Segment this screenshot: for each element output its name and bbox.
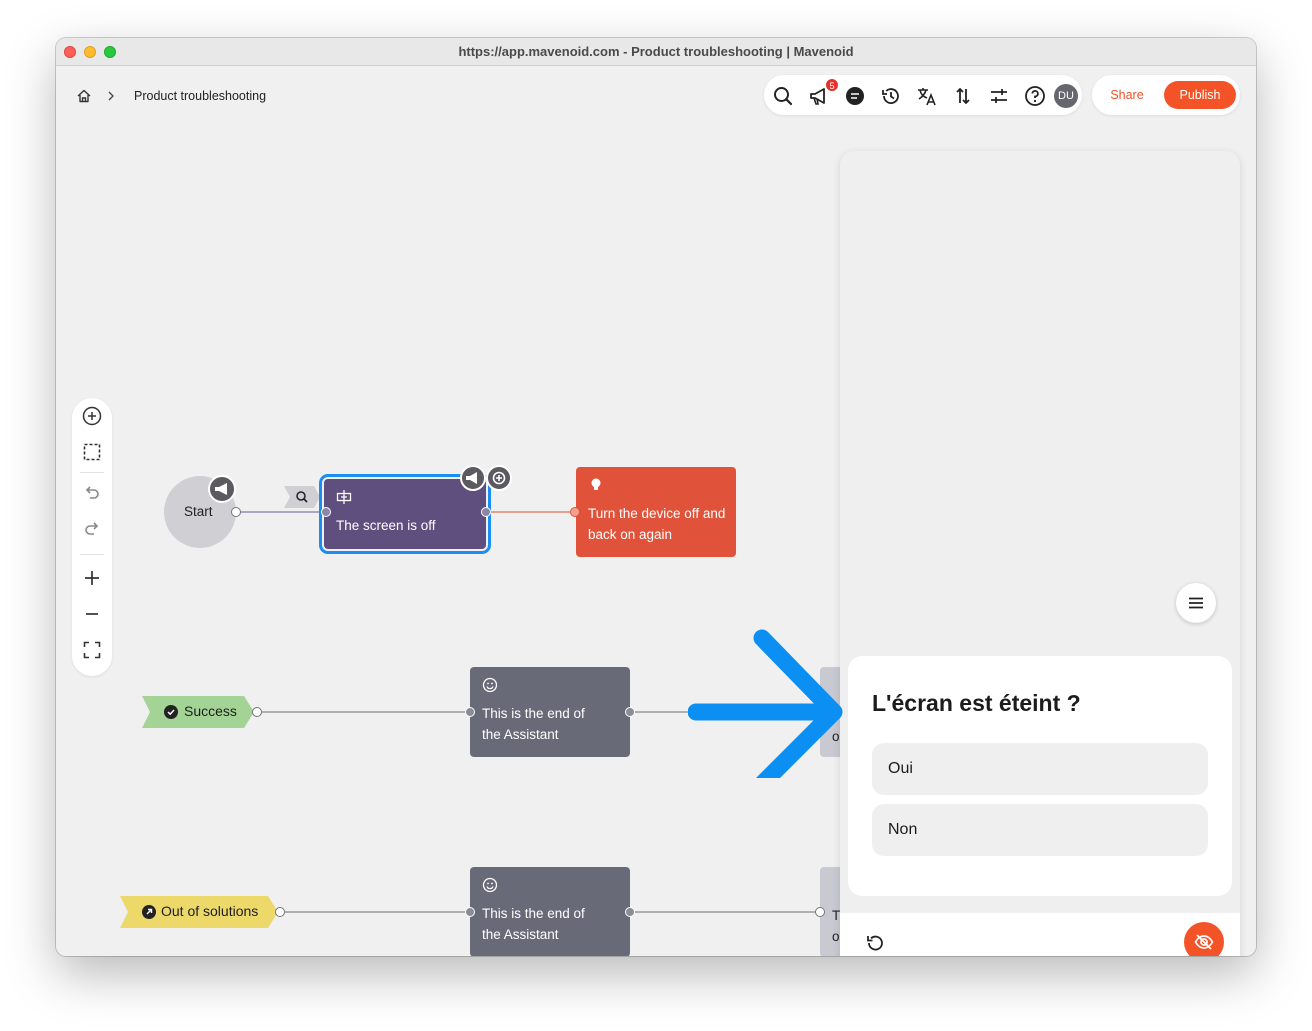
success-tag-label: Success — [184, 703, 237, 719]
hide-preview-button[interactable] — [1184, 922, 1224, 956]
success-output-port[interactable] — [252, 707, 262, 717]
answer-option-yes[interactable]: Oui — [872, 743, 1208, 795]
answer-option-no[interactable]: Non — [872, 804, 1208, 856]
solution-node[interactable]: Turn the device off and back on again — [576, 467, 736, 557]
smiley-icon — [482, 877, 498, 893]
start-output-port[interactable] — [231, 507, 241, 517]
add-icon — [492, 471, 506, 485]
breadcrumb-current[interactable]: Product troubleshooting — [134, 89, 266, 103]
end-node-input-port[interactable] — [465, 907, 475, 917]
home-icon[interactable] — [76, 88, 92, 104]
browser-window: https://app.mavenoid.com - Product troub… — [56, 38, 1256, 956]
sort-arrows-icon[interactable] — [952, 85, 974, 107]
zoom-in-icon[interactable] — [82, 568, 102, 588]
success-tag[interactable]: Success — [142, 696, 254, 728]
preview-footer — [840, 913, 1240, 956]
annotation-arrow — [688, 629, 843, 778]
end-node-label: This is the end of the Assistant — [482, 706, 585, 742]
select-area-icon[interactable] — [82, 442, 102, 462]
share-button[interactable]: Share — [1100, 81, 1154, 109]
out-of-solutions-output-port[interactable] — [275, 907, 285, 917]
question-text: L'écran est éteint ? — [872, 690, 1081, 716]
search-icon[interactable] — [772, 85, 794, 107]
node-add-button[interactable] — [486, 465, 512, 491]
end-node-label: This is the end of the Assistant — [482, 906, 585, 942]
question-node-icon — [336, 490, 352, 504]
restart-icon[interactable] — [864, 932, 886, 954]
end-node-input-port[interactable] — [465, 707, 475, 717]
comments-icon[interactable] — [844, 85, 866, 107]
menu-button[interactable] — [1176, 583, 1216, 623]
settings-sliders-icon[interactable] — [988, 85, 1010, 107]
editor-toolbar: 5 DU — [764, 75, 1082, 115]
title-bar: https://app.mavenoid.com - Product troub… — [56, 38, 1256, 66]
smiley-icon — [482, 677, 498, 693]
tool-divider — [80, 472, 104, 473]
partial-node-text-1: T — [832, 908, 841, 923]
eye-off-icon — [1194, 934, 1214, 950]
question-output-port[interactable] — [481, 507, 491, 517]
fit-view-icon[interactable] — [82, 640, 102, 660]
flow-editor: Product troubleshooting 5 DU Share Publi… — [56, 66, 1256, 956]
end-node-output-port[interactable] — [625, 707, 635, 717]
exit-arrow-icon — [142, 905, 156, 919]
start-node-label: Start — [184, 504, 213, 519]
notification-badge: 5 — [825, 78, 839, 92]
publish-button[interactable]: Publish — [1164, 81, 1236, 109]
user-avatar[interactable]: DU — [1054, 84, 1078, 108]
tool-divider — [80, 554, 104, 555]
question-card: L'écran est éteint ? Oui Non — [848, 656, 1232, 896]
megaphone-icon — [466, 472, 477, 484]
node-megaphone-button[interactable] — [460, 465, 486, 491]
lightbulb-icon — [591, 478, 601, 490]
question-input-port[interactable] — [321, 507, 331, 517]
breadcrumb: Product troubleshooting — [76, 86, 266, 106]
translate-icon[interactable] — [916, 85, 938, 107]
redo-icon[interactable] — [82, 518, 102, 538]
out-of-solutions-tag[interactable]: Out of solutions — [120, 896, 278, 928]
search-tag[interactable] — [284, 486, 320, 508]
share-publish-bar: Share Publish — [1092, 75, 1240, 115]
end-node[interactable]: This is the end of the Assistant — [470, 667, 630, 757]
canvas-tools — [72, 398, 112, 676]
solution-input-port[interactable] — [570, 507, 580, 517]
solution-node-label: Turn the device off and back on again — [588, 506, 726, 542]
preview-panel: L'écran est éteint ? Oui Non — [840, 151, 1240, 956]
window-title: https://app.mavenoid.com - Product troub… — [458, 44, 854, 59]
history-icon[interactable] — [880, 85, 902, 107]
end-node-output-port[interactable] — [625, 907, 635, 917]
help-icon[interactable] — [1024, 85, 1046, 107]
undo-icon[interactable] — [82, 482, 102, 502]
question-node[interactable]: The screen is off — [319, 474, 491, 554]
zoom-out-icon[interactable] — [82, 604, 102, 624]
megaphone-badge[interactable] — [208, 475, 236, 503]
question-node-label: The screen is off — [336, 518, 436, 533]
chevron-right-icon — [108, 91, 114, 101]
hamburger-icon — [1189, 597, 1203, 609]
out-of-solutions-label: Out of solutions — [161, 903, 259, 919]
partial-node-input-port[interactable] — [815, 907, 825, 917]
megaphone-icon — [215, 483, 227, 495]
end-node[interactable]: This is the end of the Assistant — [470, 867, 630, 956]
check-icon — [164, 705, 178, 719]
add-node-icon[interactable] — [82, 406, 102, 426]
